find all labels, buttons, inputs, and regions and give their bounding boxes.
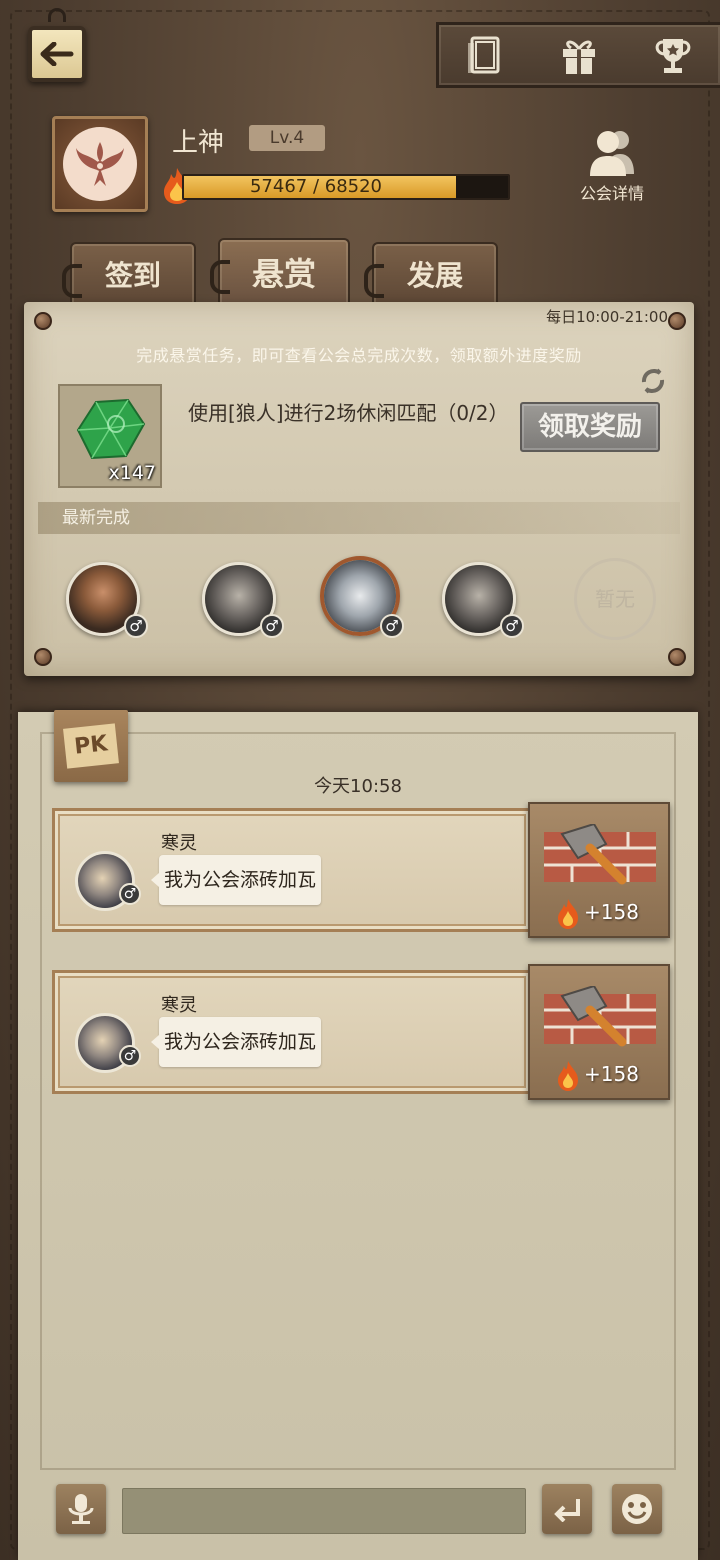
guild-feed-panel: PK 今天10:58 ♂ 寒灵 我为公会添砖加瓦 +158 ♂ 寒灵 我为公会添… xyxy=(18,710,698,1560)
members-icon xyxy=(590,131,634,176)
fire-icon xyxy=(558,899,578,929)
contribution-reward: +158 xyxy=(528,964,670,1100)
xp-progress-bar: 57467 / 68520 xyxy=(182,174,510,200)
tab-ring xyxy=(364,264,384,298)
tab-ring xyxy=(210,260,230,294)
tab-bounty[interactable]: 悬赏 xyxy=(210,238,350,304)
fire-icon xyxy=(558,1061,578,1091)
male-gender-icon: ♂ xyxy=(119,883,141,905)
chat-input-bar xyxy=(18,1468,698,1560)
xp-progress-text: 57467 / 68520 xyxy=(249,176,383,197)
cards-icon[interactable] xyxy=(461,30,511,80)
none-placeholder: 暂无 xyxy=(574,558,656,640)
refresh-icon[interactable] xyxy=(638,366,668,396)
bounty-time-window: 每日10:00-21:00 xyxy=(546,308,668,326)
enter-icon xyxy=(554,1499,580,1522)
latest-completed-header: 最新完成 xyxy=(38,502,680,534)
reward-count: x147 xyxy=(108,462,156,484)
rivet xyxy=(34,312,52,330)
user-name: 寒灵 xyxy=(161,833,197,854)
bounty-description: 完成悬赏任务，即可查看公会总完成次数，领取额外进度奖励 xyxy=(136,346,582,365)
guild-details-label: 公会详情 xyxy=(579,184,644,203)
rivet xyxy=(34,648,52,666)
contribution-points: +158 xyxy=(584,1062,639,1086)
emoji-button[interactable] xyxy=(612,1484,662,1534)
top-toolbar xyxy=(436,22,720,88)
reward-item[interactable]: x147 xyxy=(58,384,162,488)
tab-label: 发展 xyxy=(406,259,463,292)
male-gender-icon: ♂ xyxy=(124,614,148,638)
bounty-panel: 每日10:00-21:00 完成悬赏任务，即可查看公会总完成次数，领取额外进度奖… xyxy=(24,302,694,676)
tab-ring xyxy=(62,264,82,298)
hammer-brick-icon xyxy=(544,824,656,885)
guild-emblem[interactable] xyxy=(52,116,148,212)
green-gem-icon xyxy=(76,398,146,460)
hammer-brick-icon xyxy=(544,986,656,1047)
tab-checkin[interactable]: 签到 xyxy=(62,242,196,304)
tab-development[interactable]: 发展 xyxy=(364,242,498,304)
contribution-reward: +158 xyxy=(528,802,670,938)
tab-label: 签到 xyxy=(104,259,161,292)
feed-timestamp: 今天10:58 xyxy=(314,776,402,797)
message-bubble: 我为公会添砖加瓦 xyxy=(151,855,321,905)
feed-message: ♂ 寒灵 我为公会添砖加瓦 +158 xyxy=(52,964,670,1100)
level-badge: Lv.4 xyxy=(249,125,325,151)
smiley-icon xyxy=(622,1494,652,1524)
gift-icon[interactable] xyxy=(554,30,604,80)
pk-icon: PK xyxy=(63,723,119,769)
male-gender-icon: ♂ xyxy=(380,614,404,638)
contribution-points: +158 xyxy=(584,900,639,924)
back-button[interactable] xyxy=(22,8,92,86)
male-gender-icon: ♂ xyxy=(260,614,284,638)
trophy-icon[interactable] xyxy=(648,30,698,80)
male-gender-icon: ♂ xyxy=(500,614,524,638)
guild-details-button[interactable]: 公会详情 xyxy=(572,128,652,204)
tab-label: 悬赏 xyxy=(251,255,316,293)
message-bubble: 我为公会添砖加瓦 xyxy=(151,1017,321,1067)
back-arrow-icon xyxy=(28,26,86,82)
rivet xyxy=(668,648,686,666)
guild-name: 上神 xyxy=(172,128,225,158)
chat-input[interactable] xyxy=(122,1488,526,1534)
task-description: 使用[狼人]进行2场休闲匹配（0/2） xyxy=(188,401,509,425)
message-body: ♂ 寒灵 我为公会添砖加瓦 xyxy=(52,970,532,1094)
user-name: 寒灵 xyxy=(161,995,197,1016)
rivet xyxy=(668,312,686,330)
send-button[interactable] xyxy=(542,1484,592,1534)
microphone-icon xyxy=(68,1494,94,1524)
message-body: ♂ 寒灵 我为公会添砖加瓦 xyxy=(52,808,532,932)
phoenix-emblem-icon xyxy=(63,127,137,201)
voice-input-button[interactable] xyxy=(56,1484,106,1534)
claim-reward-button[interactable]: 领取奖励 xyxy=(520,402,660,452)
lantern-hook xyxy=(48,8,66,22)
feed-message: ♂ 寒灵 我为公会添砖加瓦 +158 xyxy=(52,802,670,938)
male-gender-icon: ♂ xyxy=(119,1045,141,1067)
